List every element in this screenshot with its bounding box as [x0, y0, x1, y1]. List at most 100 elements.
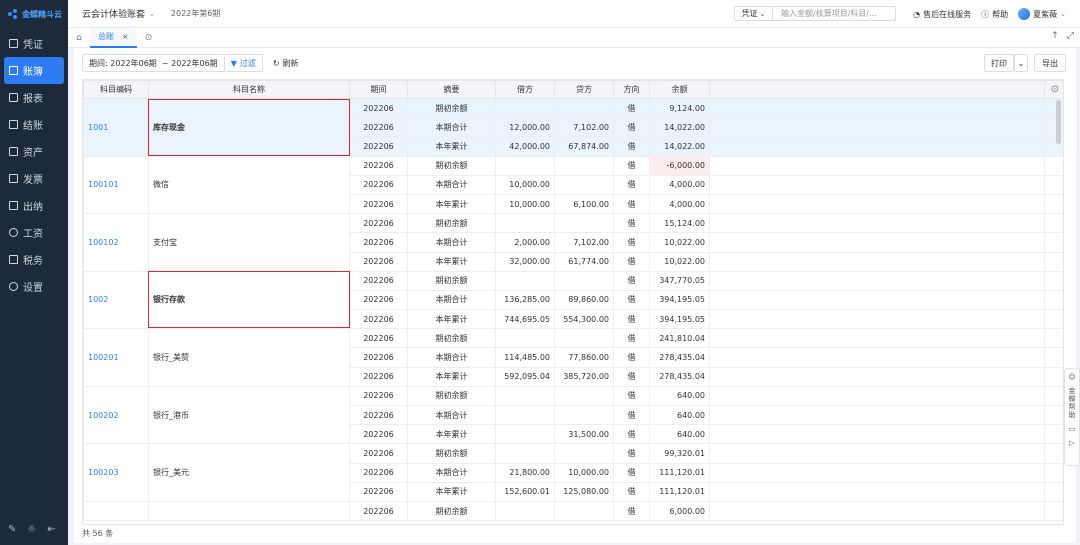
filler-cell — [709, 289, 1045, 311]
period-cell: 202206 — [349, 213, 408, 234]
table-row[interactable]: 202206 期初余额 借 6,000.00 — [83, 500, 1063, 522]
account-code-link[interactable]: 100102 — [83, 213, 149, 272]
sidebar-item-invoice[interactable]: 发票 — [0, 165, 68, 192]
company-selector[interactable]: 云会计体验账套 ⌄ — [82, 7, 155, 21]
table-row[interactable]: 100101 微信 202206 期初余额借 -6,000.00 — [83, 155, 1063, 215]
account-code-link[interactable]: 100203 — [83, 443, 149, 502]
table-row[interactable]: 100201 银行_美赞 202206 期初余额借 241,810.04 — [83, 328, 1063, 387]
tab-general-ledger[interactable]: 总账 × — [90, 27, 137, 48]
sidebar-item-voucher[interactable]: 凭证 — [0, 30, 68, 57]
credit-cell: 385,720.00 — [554, 366, 614, 387]
account-code-link[interactable]: 100202 — [83, 385, 149, 445]
export-button[interactable]: 导出 — [1034, 54, 1066, 72]
user-menu[interactable]: 夏紫薇 ⌄ — [1018, 8, 1066, 20]
logo-icon — [8, 9, 18, 19]
period-cell: 202206 — [349, 117, 408, 138]
play-icon[interactable]: ▷ — [1069, 439, 1074, 447]
main-panel: 期间: 2022年06期 ~ 2022年06期 ▼ 过滤 ↻ 刷新 打印 ⌄ 导… — [74, 48, 1076, 543]
summary-cell: 本年累计 — [407, 424, 496, 445]
direction-cell: 借 — [613, 328, 650, 349]
refresh-button[interactable]: ↻ 刷新 — [267, 54, 305, 72]
vertical-scrollbar[interactable] — [1056, 100, 1061, 144]
sidebar-item-report[interactable]: 报表 — [0, 84, 68, 111]
table-row[interactable]: 100202 银行_港币 202206 期初余额借 640.00 — [83, 385, 1063, 445]
sidebar-item-ledger[interactable]: 账簿 — [4, 57, 64, 84]
home-icon[interactable]: ⌂ — [68, 28, 90, 48]
column-header[interactable]: 摘要 — [407, 80, 496, 99]
balance-cell: 14,022.00 — [649, 117, 710, 138]
collapse-icon[interactable]: ⇤ — [47, 524, 55, 535]
search-type-select[interactable]: 凭证 ⌄ — [734, 6, 772, 21]
print-button[interactable]: 打印 — [984, 54, 1014, 72]
assistant-icon: ☺ — [1068, 373, 1076, 381]
period-cell: 202206 — [349, 251, 408, 272]
debit-cell — [495, 443, 555, 464]
help-link[interactable]: ⓘ 帮助 — [981, 9, 1008, 20]
balance-cell: 111,120.01 — [649, 481, 710, 502]
edit-icon[interactable]: ✎ — [8, 524, 16, 535]
sidebar-item-cashier[interactable]: 出纳 — [0, 192, 68, 219]
fullscreen-icon[interactable]: ⤢ — [1067, 31, 1074, 41]
sidebar-item-label: 税务 — [23, 256, 43, 267]
balance-cell: 14,022.00 — [649, 136, 710, 157]
more-tabs-icon[interactable]: ⊙ — [145, 33, 153, 43]
filter-button[interactable]: ▼ 过滤 — [224, 54, 263, 72]
tax-icon — [9, 255, 18, 264]
direction-cell: 借 — [613, 289, 650, 311]
credit-cell: 61,774.00 — [554, 251, 614, 272]
period-cell: 202206 — [349, 481, 408, 502]
sidebar-item-salary[interactable]: 工资 — [0, 219, 68, 246]
message-icon[interactable]: ▭ — [1069, 425, 1076, 433]
search-input[interactable]: 输入金额/核算项目/科目/... — [772, 6, 896, 21]
column-header[interactable]: 方向 — [613, 80, 650, 99]
table-row[interactable]: 100203 银行_美元 202206 期初余额借 99,320.01 — [83, 443, 1063, 502]
sidebar-item-tax[interactable]: 税务 — [0, 246, 68, 273]
balance-cell: 278,435.04 — [649, 347, 710, 368]
filler-cell — [709, 309, 1045, 330]
column-header[interactable]: 借方 — [495, 80, 555, 99]
table-row[interactable]: 1002 银行存款 202206 期初余额借 347,770.05 — [83, 270, 1063, 330]
theme-icon[interactable]: ☼ — [27, 524, 36, 535]
app-logo[interactable]: 金蝶精斗云 — [0, 0, 68, 28]
summary-cell: 本期合计 — [407, 462, 496, 483]
column-settings-icon[interactable]: ⊙ — [1051, 84, 1059, 95]
filler-cell — [709, 462, 1045, 483]
filler-cell — [1044, 385, 1063, 407]
summary-cell: 本期合计 — [407, 347, 496, 368]
help-float-panel[interactable]: ☺ 金蝶帮助 ▭ ▷ — [1064, 368, 1080, 466]
column-header[interactable]: 余额 — [649, 80, 710, 99]
column-header[interactable]: 科目编码 — [83, 80, 149, 99]
filler-cell — [709, 117, 1045, 138]
account-code-link[interactable] — [83, 500, 149, 522]
direction-cell: 借 — [613, 404, 650, 426]
column-header[interactable]: 科目名称 — [148, 80, 350, 99]
table-row[interactable]: 1001 库存现金 202206 期初余额借 9,124.00 — [83, 97, 1063, 157]
sidebar-item-closing[interactable]: 结账 — [0, 111, 68, 138]
sidebar-item-asset[interactable]: 资产 — [0, 138, 68, 165]
sidebar-item-settings[interactable]: 设置 — [0, 273, 68, 300]
filler-cell — [709, 155, 1045, 176]
close-icon[interactable]: × — [122, 32, 129, 41]
online-service-link[interactable]: ◔ 售后在线服务 — [913, 9, 971, 20]
summary-cell: 本年累计 — [407, 366, 496, 387]
balance-cell: 241,810.04 — [649, 328, 710, 349]
period-cell: 202206 — [349, 289, 408, 311]
account-code-link[interactable]: 100201 — [83, 328, 149, 387]
table-row[interactable]: 100102 支付宝 202206 期初余额借 15,124.00 — [83, 213, 1063, 272]
account-code-link[interactable]: 1002 — [83, 270, 149, 330]
arrow-up-icon[interactable]: ↑ — [1051, 31, 1059, 41]
account-code-link[interactable]: 100101 — [83, 155, 149, 215]
column-header[interactable]: 期间 — [349, 80, 408, 99]
period-range-picker[interactable]: 期间: 2022年06期 ~ 2022年06期 — [82, 54, 225, 72]
column-header[interactable]: 贷方 — [554, 80, 614, 99]
filler-cell — [1044, 500, 1063, 522]
print-options-dropdown[interactable]: ⌄ — [1014, 54, 1028, 72]
balance-cell: 10,022.00 — [649, 251, 710, 272]
summary-cell: 期初余额 — [407, 97, 496, 119]
credit-cell: 89,860.00 — [554, 289, 614, 311]
account-code-link[interactable]: 1001 — [83, 98, 149, 157]
sidebar-item-label: 结账 — [23, 121, 43, 132]
balance-cell: 394,195.05 — [649, 309, 710, 330]
current-period: 2022年第6期 — [170, 9, 221, 18]
summary-cell: 本期合计 — [407, 117, 496, 138]
